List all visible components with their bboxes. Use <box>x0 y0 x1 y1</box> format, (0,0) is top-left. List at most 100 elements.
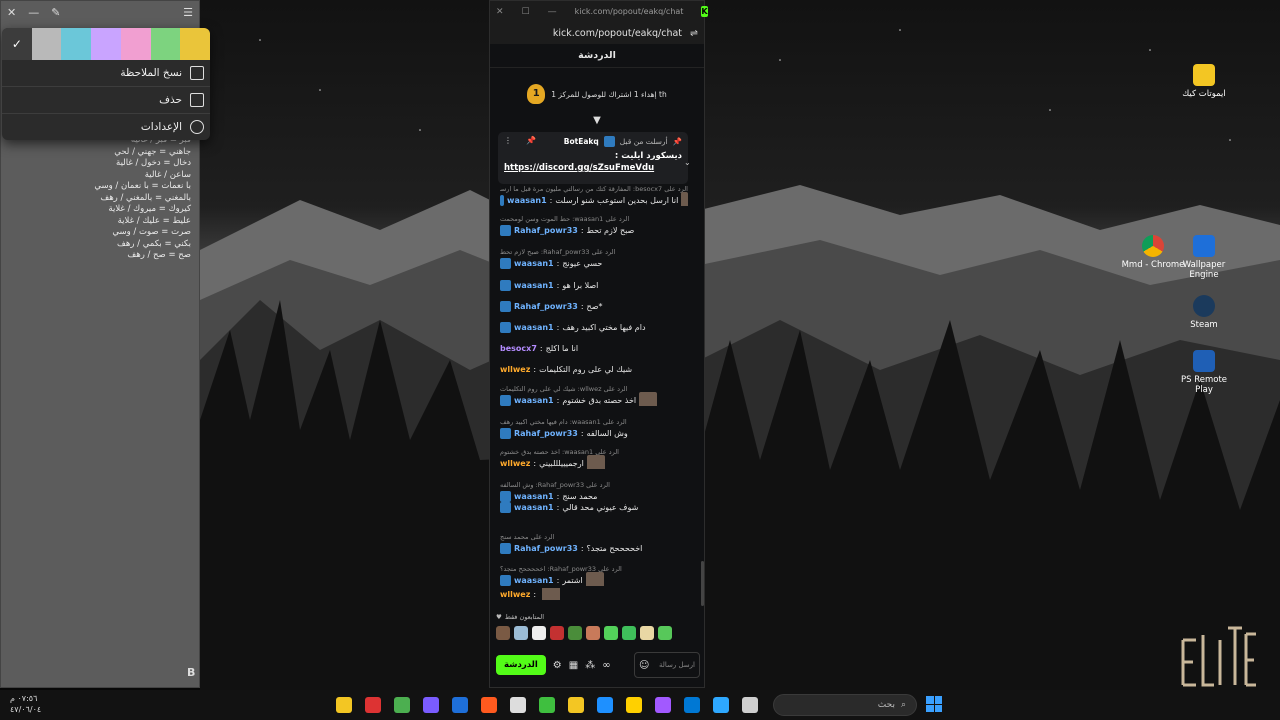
bold-format-button[interactable]: B <box>187 666 195 679</box>
chat-username[interactable]: wllwez <box>500 459 530 468</box>
emote-button[interactable] <box>640 626 654 640</box>
chat-username[interactable]: Rahaf_powr33 <box>514 226 578 235</box>
chat-username[interactable]: waasan1 <box>514 492 554 501</box>
chat-message[interactable]: wllwez: <box>500 588 688 600</box>
swatch-pink[interactable] <box>120 28 151 60</box>
chat-message[interactable]: الرد على Rahaf_powr33: اخححححح متجد؟ waas… <box>500 564 688 586</box>
more-icon[interactable]: ⋮ <box>504 136 512 145</box>
chat-message[interactable]: الرد على waasan1: حط الموت وسن لومحمت Rah… <box>500 214 688 236</box>
emote-button[interactable] <box>604 626 618 640</box>
chat-username[interactable]: Rahaf_powr33 <box>514 429 578 438</box>
chat-username[interactable]: Rahaf_powr33 <box>514 302 578 311</box>
swatch-dark[interactable]: ✓ <box>2 28 32 60</box>
desktop-icon-steam[interactable]: Steam <box>1171 295 1237 330</box>
address-bar[interactable]: kick.com/popout/eakq/chat ⇌ <box>490 22 704 44</box>
discord-icon[interactable] <box>423 697 439 713</box>
start-button-icon[interactable] <box>926 696 942 712</box>
pin-icon[interactable]: ✎ <box>51 6 60 19</box>
chat-username[interactable]: waasan1 <box>514 281 554 290</box>
chat-send-button[interactable]: الدردشة <box>496 655 546 675</box>
discord-link[interactable]: https://discord.gg/sZsuFmeVdu <box>504 163 682 173</box>
chat-message[interactable]: الرد على waasan1: اخذ حصته بدق خشتوم wllw… <box>500 447 688 469</box>
emote-button[interactable] <box>550 626 564 640</box>
chat-username[interactable]: waasan1 <box>514 396 554 405</box>
emote-button[interactable] <box>622 626 636 640</box>
copilot-icon[interactable] <box>655 697 671 713</box>
chat-message[interactable]: besocx7: انا ما اكلج <box>500 342 688 354</box>
unpin-icon[interactable]: 📌 <box>526 136 536 145</box>
infinity-icon[interactable]: ∞ <box>602 660 610 671</box>
swatch-yellow[interactable] <box>180 28 210 60</box>
chat-username[interactable]: besocx7 <box>500 344 537 353</box>
menu-delete[interactable]: حذف <box>2 87 210 113</box>
menu-copy-note[interactable]: نسخ الملاحظة <box>2 60 210 86</box>
swatch-purple[interactable] <box>91 28 121 60</box>
recorder-icon[interactable] <box>365 697 381 713</box>
settings-icon[interactable]: ⚙ <box>553 660 562 671</box>
swatch-green[interactable] <box>150 28 181 60</box>
sticky-note-content[interactable]: قبر = قبر / غالية جاهني = جهني / لحي دخا… <box>21 135 191 262</box>
chevron-down-icon[interactable]: ⌄ <box>684 158 691 167</box>
chat-username[interactable]: waasan1 <box>514 323 554 332</box>
chat-username[interactable]: waasan1 <box>514 576 554 585</box>
chat-username[interactable]: Rahaf_powr33 <box>514 544 578 553</box>
chat-input[interactable]: ☺ ارسل رسالة <box>634 652 700 678</box>
chat-message[interactable]: waasan1: دام فيها مختي اكبيد رهف <box>500 321 688 333</box>
chat-message[interactable]: waasan1: اصلا برا هو <box>500 279 688 291</box>
swatch-blue[interactable] <box>61 28 92 60</box>
chat-username[interactable]: wllwez <box>500 365 530 374</box>
chat-message[interactable]: waasan1: شوف عيوني محد قالي <box>500 501 688 513</box>
system-clock[interactable]: ٠٧:٥٦ م ٤٧/٠٦/٠٤ <box>10 693 41 715</box>
outlook-icon[interactable] <box>684 697 700 713</box>
chat-message[interactable]: Rahaf_powr33: صح* <box>500 300 688 312</box>
lightbulb-icon[interactable] <box>626 697 642 713</box>
close-icon[interactable]: ✕ <box>496 7 504 17</box>
explorer-icon[interactable] <box>568 697 584 713</box>
site-settings-icon[interactable]: ⇌ <box>690 28 698 39</box>
chat-message[interactable]: الرد على besocx7: المفارقة كتك من رسالتي… <box>500 184 688 206</box>
menu-icon[interactable]: ☰ <box>183 6 193 19</box>
chat-message[interactable]: الرد على waasan1: دام فيها مختي اكبيد ره… <box>500 417 688 439</box>
bluestacks-icon[interactable] <box>539 697 555 713</box>
emote-button[interactable] <box>532 626 546 640</box>
chat-username[interactable]: wllwez <box>500 590 530 599</box>
edge-icon[interactable] <box>597 697 613 713</box>
emote-button[interactable] <box>568 626 582 640</box>
chat-message[interactable]: الرد على wllwez: شيك لي على روم التكليما… <box>500 384 688 406</box>
store-icon[interactable] <box>713 697 729 713</box>
kick-chat-popout-window[interactable]: ✕ ☐ — kick.com/popout/eakq/chat K kick.c… <box>489 0 708 688</box>
cloud-icon[interactable] <box>481 697 497 713</box>
emoji-icon[interactable]: ☺ <box>639 660 649 671</box>
store-icon[interactable]: ▦ <box>569 660 578 671</box>
chat-message[interactable]: الرد على Rahaf_powr33: صبح لازم تحط waasa… <box>500 247 688 269</box>
chat-message[interactable]: الرد على Rahaf_powr33: وش السالفه waasan1… <box>500 480 688 502</box>
emote-button[interactable] <box>586 626 600 640</box>
desktop-icon-kick-emotes[interactable]: ايموتات كيك <box>1171 64 1237 99</box>
chat-scrollbar[interactable] <box>701 561 704 606</box>
desktop-icon-wallpaper-engine[interactable]: Wallpaper Engine <box>1171 235 1237 280</box>
users-icon[interactable]: ⁂ <box>585 660 595 671</box>
emote-button[interactable] <box>514 626 528 640</box>
desktop-icon-ps-remote-play[interactable]: PS Remote Play <box>1171 350 1237 395</box>
collapse-arrow-icon[interactable]: ▼ <box>490 116 704 126</box>
minimize-icon[interactable]: — <box>28 6 39 19</box>
maximize-icon[interactable]: ☐ <box>522 7 530 17</box>
chat-username[interactable]: waasan1 <box>514 503 554 512</box>
chat-message[interactable]: الرد على محمد سنج Rahaf_powr33: اخححححح مت… <box>500 532 688 554</box>
tablet-icon[interactable] <box>742 697 758 713</box>
chat-username[interactable]: waasan1 <box>514 259 554 268</box>
emote-button[interactable] <box>658 626 672 640</box>
minimize-icon[interactable]: — <box>548 7 557 17</box>
emote-button[interactable] <box>496 626 510 640</box>
hp-icon[interactable] <box>452 697 468 713</box>
menu-settings[interactable]: الإعدادات <box>2 114 210 140</box>
settings-icon[interactable] <box>510 697 526 713</box>
pinned-message[interactable]: 📌 أرسلت من قبل BotEakq ديسكورد ايليت : h… <box>498 132 691 184</box>
chrome-icon[interactable] <box>394 697 410 713</box>
close-icon[interactable]: ✕ <box>7 6 16 19</box>
chat-username[interactable]: waasan1 <box>507 196 547 205</box>
swatch-gray[interactable] <box>31 28 62 60</box>
sticky-notes-icon[interactable] <box>336 697 352 713</box>
chat-message[interactable]: wllwez: شيك لي على روم التكليمات <box>500 363 688 375</box>
taskbar-search[interactable]: بحث ⌕ <box>773 694 917 716</box>
